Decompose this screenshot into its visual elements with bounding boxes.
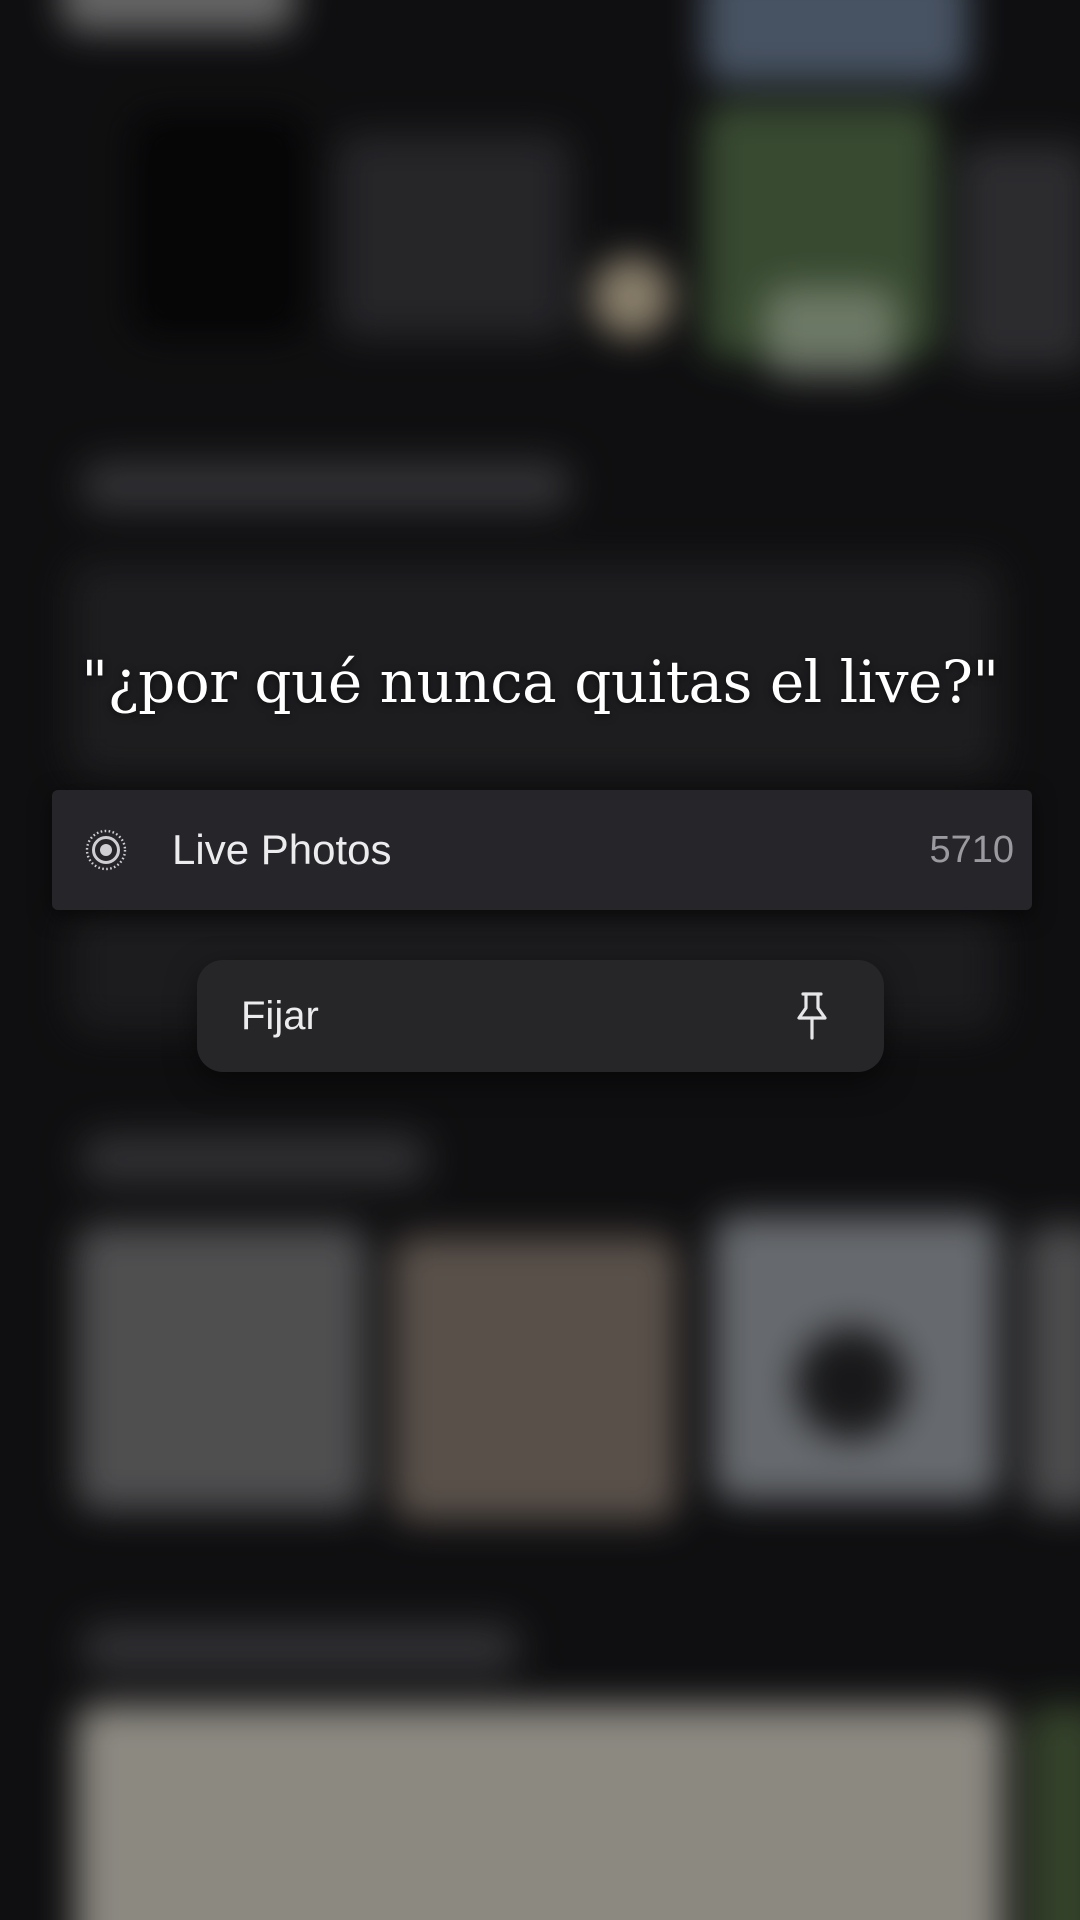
blurred-photo-thumb [764,286,897,379]
album-row-label: Live Photos [172,826,392,873]
context-menu: Fijar [197,960,884,1072]
menu-item-label: Fijar [241,994,319,1038]
blurred-photo-thumb [958,144,1080,369]
blurred-photo-thumb [60,0,296,32]
menu-item-pin[interactable]: Fijar [197,960,884,1072]
blurred-photo-thumb [1024,1225,1080,1511]
blurred-photo-thumb [795,1327,908,1440]
blurred-photo-thumb [1024,1704,1080,1920]
blurred-photo-thumb [75,1704,1005,1920]
live-photo-icon [85,829,127,871]
blurred-section-header [81,1623,520,1674]
album-row-live-photos[interactable]: Live Photos 5710 [52,790,1032,910]
blurred-photo-thumb [75,1225,367,1511]
blurred-photo-thumb [336,133,571,338]
album-row-count: 5710 [929,829,1014,871]
pin-icon [797,992,827,1040]
blurred-section-header [81,1133,428,1185]
blurred-photo-thumb [132,113,306,338]
blurred-section-header [81,460,571,512]
blurred-photo-thumb [703,0,969,83]
screen: "¿por qué nunca quitas el live?" Live Ph… [0,0,1080,1920]
blurred-photo-thumb [392,1235,678,1521]
blurred-photo-thumb [591,256,673,338]
caption-text: "¿por qué nunca quitas el live?" [81,648,999,716]
